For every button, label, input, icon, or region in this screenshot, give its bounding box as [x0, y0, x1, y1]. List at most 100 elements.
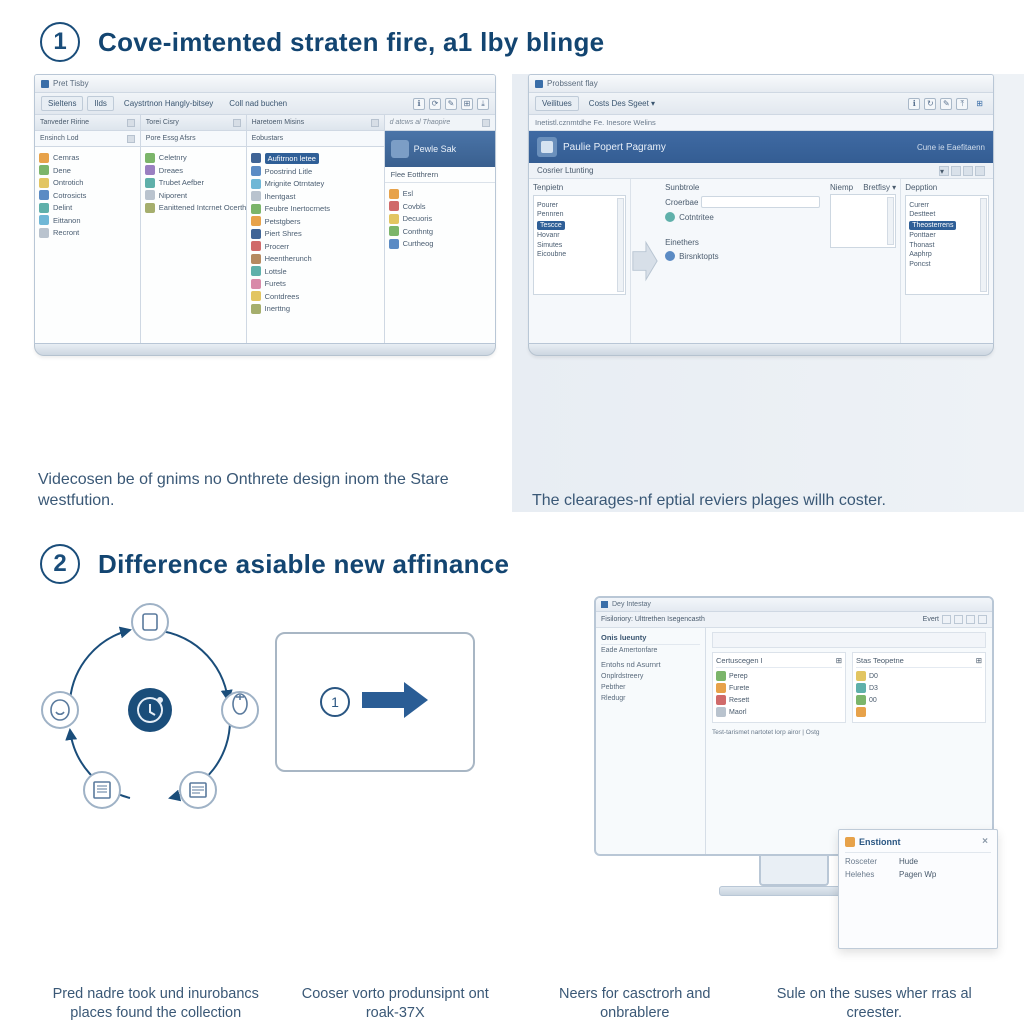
- list-item[interactable]: D0: [856, 671, 982, 681]
- list-item[interactable]: Eittanon: [39, 215, 136, 225]
- list-item[interactable]: [856, 707, 982, 717]
- filter-bar[interactable]: [712, 632, 986, 648]
- list-item[interactable]: Furets: [251, 279, 380, 289]
- list-item[interactable]: Aaphrp: [909, 251, 985, 258]
- list-item[interactable]: Pourer: [537, 202, 622, 209]
- list-item[interactable]: Curerr: [909, 202, 985, 209]
- item-label: Decuoris: [403, 214, 433, 223]
- list-item[interactable]: Hovanr: [537, 232, 622, 239]
- refresh-icon[interactable]: ⟳: [429, 98, 441, 110]
- list-item[interactable]: Maorl: [716, 707, 842, 717]
- download-icon[interactable]: ⤓: [477, 98, 489, 110]
- view-btn-icon[interactable]: ▾: [939, 166, 949, 176]
- list-item[interactable]: Curtheog: [389, 239, 491, 249]
- list-item[interactable]: Delint: [39, 203, 136, 213]
- upload-icon[interactable]: ⤒: [956, 98, 968, 110]
- scrollbar[interactable]: [887, 197, 894, 245]
- list-item[interactable]: Perep: [716, 671, 842, 681]
- view-btn-icon[interactable]: [951, 166, 961, 176]
- list-item[interactable]: Cotrosicts: [39, 190, 136, 200]
- list-item[interactable]: Pennren: [537, 211, 622, 218]
- list-item[interactable]: Resett: [716, 695, 842, 705]
- list-item[interactable]: Poostrind Litle: [251, 166, 380, 176]
- radio-icon[interactable]: [665, 251, 675, 261]
- list-item[interactable]: Procerr: [251, 241, 380, 251]
- list-item[interactable]: Furete: [716, 683, 842, 693]
- expand-icon[interactable]: ⊞: [976, 656, 982, 665]
- list-item[interactable]: Esl: [389, 189, 491, 199]
- section1-left-caption: Videcosen be of gnims no Onthrete design…: [34, 455, 496, 512]
- sidebar-item[interactable]: Rledugr: [601, 693, 700, 704]
- item-label: Resett: [729, 697, 749, 704]
- radio-icon[interactable]: [665, 212, 675, 222]
- list-item[interactable]: Cemras: [39, 153, 136, 163]
- tablet-device: 1: [275, 632, 475, 772]
- panel-toggle-icon[interactable]: [371, 119, 379, 127]
- edit-icon[interactable]: ✎: [445, 98, 457, 110]
- panel-toggle-icon[interactable]: [482, 119, 490, 127]
- list-item[interactable]: Ihentgast: [251, 191, 380, 201]
- list-item[interactable]: Piert Shres: [251, 229, 380, 239]
- close-icon[interactable]: ×: [979, 836, 991, 848]
- list-item[interactable]: Tescce: [537, 221, 622, 230]
- list-item[interactable]: D3: [856, 683, 982, 693]
- text-input[interactable]: [701, 196, 820, 208]
- scrollbar[interactable]: [617, 198, 624, 292]
- list-item[interactable]: Simutes: [537, 242, 622, 249]
- panel-toggle-icon[interactable]: [127, 135, 135, 143]
- list-item[interactable]: Ontrotich: [39, 178, 136, 188]
- list-item[interactable]: Mrignite Otrntatey: [251, 179, 380, 189]
- toolbar-btn[interactable]: Sieltens: [41, 96, 83, 111]
- list-item[interactable]: Decuoris: [389, 214, 491, 224]
- panel-toggle-icon[interactable]: [233, 119, 241, 127]
- toolbar-btn[interactable]: Ilds: [87, 96, 113, 111]
- list-item[interactable]: Trubet Aefber: [145, 178, 242, 188]
- view-btn-icon[interactable]: [963, 166, 973, 176]
- list-item[interactable]: Niporent: [145, 190, 242, 200]
- list-item[interactable]: 00: [856, 695, 982, 705]
- list-item[interactable]: Lottsle: [251, 266, 380, 276]
- sidebar-item[interactable]: Entohs nd Asurnrt: [601, 658, 700, 671]
- banner-action[interactable]: Cune ie Eaefitaenn: [917, 143, 985, 152]
- grid-icon[interactable]: ⊞: [461, 98, 473, 110]
- list-item[interactable]: Covbls: [389, 201, 491, 211]
- edit-icon[interactable]: ✎: [940, 98, 952, 110]
- toolbar-link[interactable]: ⊞: [972, 98, 987, 110]
- info-icon[interactable]: ℹ: [908, 98, 920, 110]
- list-item[interactable]: Dreaes: [145, 165, 242, 175]
- tool-icon[interactable]: [954, 615, 963, 624]
- tool-icon[interactable]: [966, 615, 975, 624]
- list-item[interactable]: Poncst: [909, 261, 985, 268]
- toolbar-dropdown[interactable]: Costs Des Sgeet ▾: [583, 97, 661, 110]
- list-item[interactable]: Theosterrens: [909, 221, 985, 230]
- list-item[interactable]: Thonast: [909, 242, 985, 249]
- list-item[interactable]: Inerttng: [251, 304, 380, 314]
- tool-icon[interactable]: [978, 615, 987, 624]
- list-item[interactable]: Ponttaer: [909, 232, 985, 239]
- list-item[interactable]: Dene: [39, 165, 136, 175]
- info-icon[interactable]: ℹ: [413, 98, 425, 110]
- refresh-icon[interactable]: ↻: [924, 98, 936, 110]
- view-btn-icon[interactable]: [975, 166, 985, 176]
- tool-icon[interactable]: [942, 615, 951, 624]
- list-item[interactable]: Contdrees: [251, 291, 380, 301]
- dropdown-chip[interactable]: Bretfisy ▾: [863, 183, 896, 192]
- expand-icon[interactable]: ⊞: [836, 656, 842, 665]
- list-item[interactable]: Eicoubne: [537, 251, 622, 258]
- sidebar-item[interactable]: Pebther: [601, 682, 700, 693]
- sidebar-item[interactable]: Onplrdstreery: [601, 671, 700, 682]
- scrollbar[interactable]: [980, 198, 987, 292]
- list-item[interactable]: Recront: [39, 228, 136, 238]
- sidebar-item[interactable]: Eade Amertonfare: [601, 645, 700, 656]
- list-item[interactable]: Celetnry: [145, 153, 242, 163]
- list-item[interactable]: Petstgbers: [251, 216, 380, 226]
- list-item[interactable]: Conthntg: [389, 226, 491, 236]
- panel-toggle-icon[interactable]: [127, 119, 135, 127]
- item-icon: [39, 203, 49, 213]
- list-item[interactable]: Destteet: [909, 211, 985, 218]
- list-item[interactable]: Eanittened Intcrnet Ocerther otern: [145, 203, 242, 213]
- list-item[interactable]: Heentherunch: [251, 254, 380, 264]
- list-item-selected[interactable]: Aufitrnon letee: [251, 153, 380, 164]
- toolbar-btn[interactable]: Veilitues: [535, 96, 579, 111]
- list-item[interactable]: Feubre Inertocrnets: [251, 204, 380, 214]
